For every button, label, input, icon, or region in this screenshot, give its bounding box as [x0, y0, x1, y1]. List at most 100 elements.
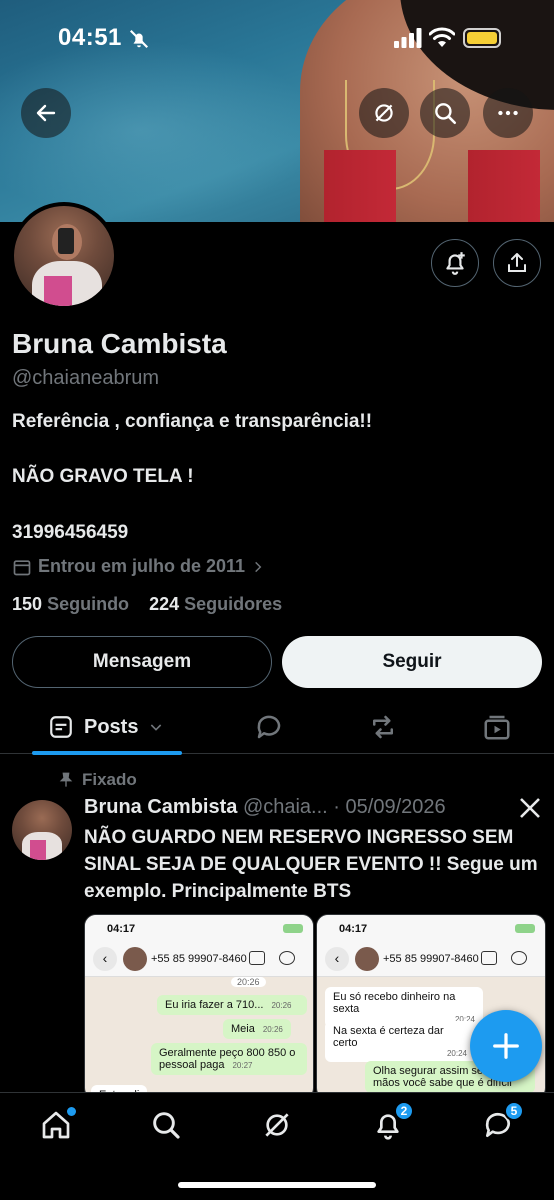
compose-button[interactable]	[470, 1010, 542, 1082]
image2-status-bar: 04:17	[317, 915, 545, 941]
image2-time: 04:17	[339, 923, 368, 935]
followers-link[interactable]: 224 Seguidores	[149, 594, 282, 614]
followers-label: Seguidores	[184, 594, 283, 614]
image1-contact-number: +55 85 99907-8460	[151, 953, 247, 965]
post-text: NÃO GUARDO NEM RESERVO INGRESSO SEM SINA…	[84, 827, 538, 902]
image1-message-1-text: Eu iria fazer a 710...	[165, 999, 264, 1011]
tab-active-indicator	[32, 751, 182, 755]
bio-line-2: NÃO GRAVO TELA !	[12, 466, 194, 487]
search-button[interactable]	[420, 88, 470, 138]
pinned-indicator: Fixado	[58, 770, 137, 790]
grok-icon	[375, 104, 393, 122]
image1-battery	[283, 924, 303, 933]
post-avatar[interactable]	[12, 800, 72, 860]
battery-icon	[463, 28, 501, 48]
avatar-top	[44, 276, 72, 306]
plus-icon	[493, 1033, 519, 1059]
following-link[interactable]: 150 Seguindo	[12, 594, 129, 614]
share-icon	[508, 253, 526, 272]
tab-media[interactable]	[482, 712, 512, 742]
bell-off-icon	[129, 29, 149, 49]
calendar-icon	[13, 559, 31, 575]
image1-message-3-time: 20:27	[232, 1061, 253, 1070]
image1-timestamp: 20:26	[231, 977, 266, 987]
chevron-right-icon	[255, 561, 262, 572]
bio-line-1: Referência , confiança e transparência!!	[12, 411, 373, 432]
followers-count: 224	[149, 594, 180, 614]
back-button[interactable]	[21, 88, 71, 138]
message-button[interactable]: Mensagem	[12, 636, 272, 688]
post-author[interactable]: Bruna Cambista	[84, 796, 237, 818]
grok-icon	[265, 1113, 289, 1137]
banner-photo-swimsuit	[300, 150, 540, 222]
nav-messages[interactable]: 5	[482, 1101, 524, 1141]
bio-phone[interactable]: 31996456459	[12, 522, 128, 544]
pin-icon	[59, 772, 73, 787]
post-avatar-top	[30, 840, 46, 860]
status-bar: 04:51	[0, 22, 554, 56]
profile-avatar[interactable]	[10, 202, 118, 310]
post-handle[interactable]: @chaia...	[243, 796, 328, 818]
image1-message-3: Geralmente peço 800 850 o pessoal paga 20…	[151, 1043, 307, 1075]
nav-home[interactable]	[40, 1107, 76, 1141]
profile-name: Bruna Cambista	[12, 328, 227, 359]
home-new-dot	[67, 1107, 76, 1116]
chevron-left-icon: ‹	[93, 947, 117, 971]
follow-counts: 150 Seguindo 224 Seguidores	[12, 594, 282, 615]
search-icon	[435, 103, 457, 125]
messages-badge: 5	[504, 1101, 524, 1121]
phone-icon	[511, 951, 527, 965]
tab-posts-label: Posts	[84, 715, 139, 738]
search-icon	[153, 1112, 180, 1139]
chevron-left-icon: ‹	[325, 947, 349, 971]
notifications-badge: 2	[394, 1101, 414, 1121]
more-icon	[498, 110, 518, 116]
avatar-phone	[58, 228, 74, 254]
tab-reposts[interactable]	[368, 712, 398, 742]
image1-message-1: Eu iria fazer a 710... 20:26	[157, 995, 307, 1015]
post-date[interactable]: · 05/09/2026	[333, 796, 445, 818]
post-header: Bruna Cambista @chaia... · 05/09/2026	[84, 796, 446, 819]
image2-chat-header: ‹ +55 85 99907-8460	[317, 941, 545, 977]
image1-time: 04:17	[107, 923, 136, 935]
video-call-icon	[481, 951, 497, 965]
nav-search[interactable]	[150, 1109, 182, 1141]
image2-contact-avatar	[355, 947, 379, 971]
image1-message-2-time: 20:26	[262, 1025, 283, 1034]
profile-tabs: Posts	[0, 700, 554, 755]
nav-notifications[interactable]: 2	[372, 1101, 414, 1141]
joined-label: Entrou em julho de 2011	[38, 556, 246, 576]
grok-button[interactable]	[359, 88, 409, 138]
share-button[interactable]	[493, 239, 541, 287]
home-indicator[interactable]	[178, 1182, 376, 1188]
image2-message-2-time: 20:24	[446, 1049, 467, 1058]
pinned-label: Fixado	[82, 770, 137, 789]
tab-posts[interactable]: Posts	[32, 700, 182, 755]
phone-icon	[279, 951, 295, 965]
joined-date[interactable]: Entrou em julho de 2011	[12, 556, 265, 577]
wifi-icon	[429, 27, 455, 47]
x-logo-icon	[520, 798, 540, 818]
image1-message-3-text: Geralmente peço 800 850 o pessoal paga	[159, 1047, 296, 1071]
notify-button[interactable]	[431, 239, 479, 287]
profile-handle: @chaianeabrum	[12, 367, 160, 389]
arrow-left-icon	[36, 104, 56, 122]
image2-message-1-text: Eu só recebo dinheiro na sexta	[333, 991, 456, 1015]
following-label: Seguindo	[47, 594, 130, 614]
image1-message-2-text: Meia	[231, 1023, 255, 1035]
image1-status-bar: 04:17	[85, 915, 313, 941]
more-button[interactable]	[483, 88, 533, 138]
image2-contact-number: +55 85 99907-8460	[383, 953, 479, 965]
image1-message-2: Meia 20:26	[223, 1019, 291, 1039]
post-image-1[interactable]: 04:17 ‹ +55 85 99907-8460 20:26 Eu iria …	[84, 914, 314, 1100]
following-count: 150	[12, 594, 43, 614]
nav-grok[interactable]	[261, 1109, 293, 1141]
video-call-icon	[249, 951, 265, 965]
image2-battery	[515, 924, 535, 933]
tab-replies[interactable]	[254, 712, 284, 742]
follow-button[interactable]: Seguir	[282, 636, 542, 688]
bell-plus-icon	[446, 252, 465, 275]
chevron-down-icon	[151, 724, 162, 731]
image1-contact-avatar	[123, 947, 147, 971]
status-time: 04:51	[58, 24, 122, 51]
